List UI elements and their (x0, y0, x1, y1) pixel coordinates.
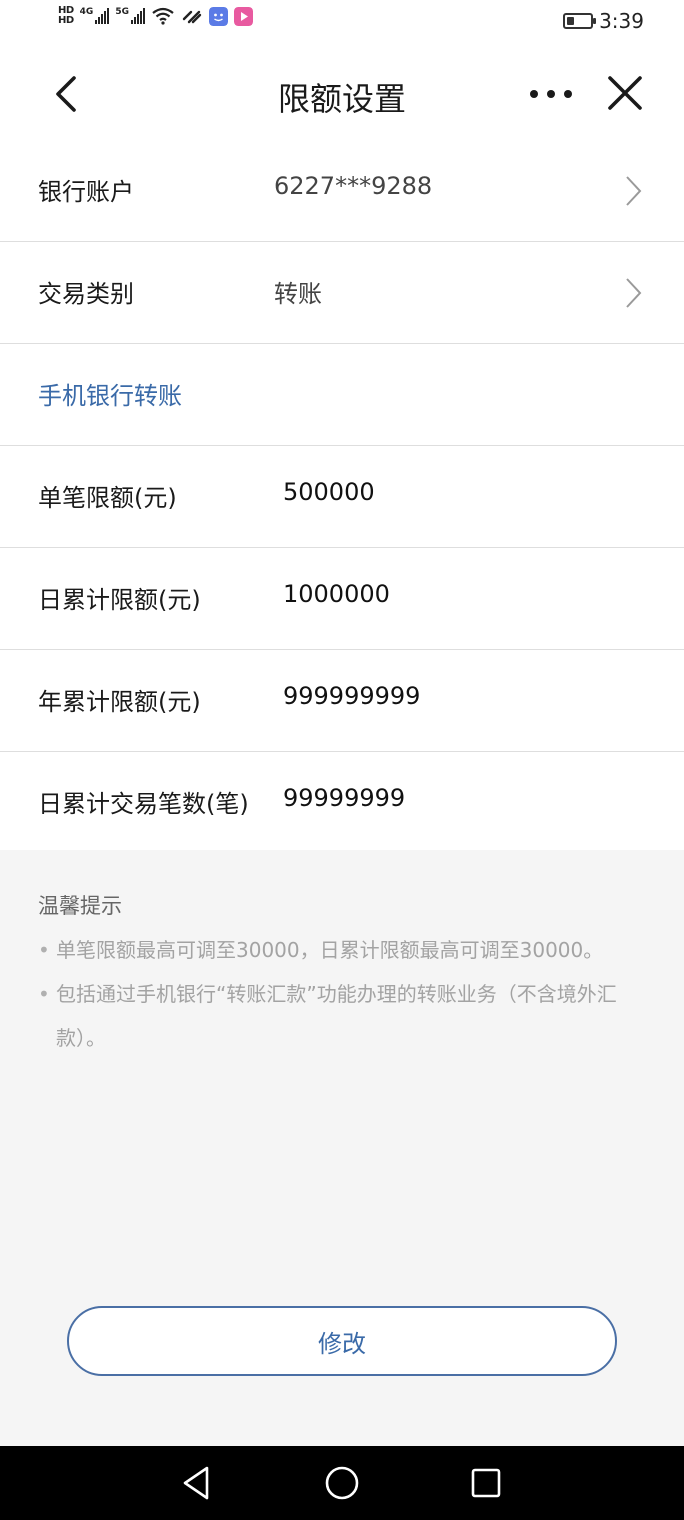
nav-recents-icon[interactable] (467, 1464, 505, 1502)
wifi-icon (152, 7, 174, 25)
page-title: 限额设置 (277, 80, 406, 118)
hd-label-2: HD (58, 15, 74, 26)
bank-account-value: 6227***9288 (274, 172, 433, 200)
nav-back-icon[interactable] (177, 1464, 215, 1502)
limit-row-single: 单笔限额(元) 500000 (0, 446, 684, 548)
section-title: 手机银行转账 (38, 382, 182, 410)
limit-label: 日累计限额(元) (38, 586, 201, 614)
signal-icon-1 (95, 8, 110, 24)
transaction-type-value: 转账 (274, 280, 322, 308)
modify-button[interactable]: 修改 (67, 1306, 617, 1376)
header: 限额设置 (0, 48, 684, 140)
chevron-right-icon (626, 176, 642, 206)
transaction-type-row[interactable]: 交易类别 转账 (0, 242, 684, 344)
limit-value: 1000000 (283, 580, 390, 608)
network-type-1: 4G (79, 7, 94, 17)
limit-row-yearly: 年累计限额(元) 999999999 (0, 650, 684, 752)
app-notification-icon-1 (208, 6, 228, 26)
transaction-type-label: 交易类别 (38, 280, 134, 308)
tips-area: 温馨提示 单笔限额最高可调至30000，日累计限额最高可调至30000。 包括通… (0, 850, 684, 1446)
app-notification-icon-2 (233, 6, 253, 26)
more-options-button[interactable] (528, 84, 574, 104)
close-button[interactable] (604, 72, 646, 114)
status-right: 3:39 (563, 9, 644, 33)
limit-label: 日累计交易笔数(笔) (38, 790, 249, 818)
hd-indicator: HD HD (58, 6, 74, 26)
tip-item: 单笔限额最高可调至30000，日累计限额最高可调至30000。 (38, 928, 656, 972)
chevron-right-icon (626, 278, 642, 308)
link-icon (182, 10, 202, 24)
mobile-transfer-section: 手机银行转账 (0, 344, 684, 446)
limit-row-daily-count: 日累计交易笔数(笔) 99999999 (0, 752, 684, 854)
status-time: 3:39 (599, 9, 644, 33)
battery-fill (567, 17, 575, 25)
bank-account-row[interactable]: 银行账户 6227***9288 (0, 140, 684, 242)
bank-account-label: 银行账户 (38, 178, 134, 206)
limit-value: 999999999 (283, 682, 421, 710)
limit-value: 500000 (283, 478, 375, 506)
network-type-2: 5G (115, 7, 129, 17)
limit-row-daily: 日累计限额(元) 1000000 (0, 548, 684, 650)
status-bar: HD HD 4G 5G 3:39 (0, 0, 684, 48)
limit-label: 单笔限额(元) (38, 484, 177, 512)
tips-title: 温馨提示 (38, 894, 122, 918)
limit-value: 99999999 (283, 784, 406, 812)
nav-home-icon[interactable] (323, 1464, 361, 1502)
battery-icon (563, 13, 597, 29)
status-left: HD HD 4G 5G (58, 6, 253, 26)
limit-label: 年累计限额(元) (38, 688, 201, 716)
system-nav-bar (0, 1446, 684, 1520)
tip-item: 包括通过手机银行“转账汇款”功能办理的转账业务（不含境外汇款）。 (38, 972, 656, 1060)
signal-icon-2 (130, 8, 145, 24)
